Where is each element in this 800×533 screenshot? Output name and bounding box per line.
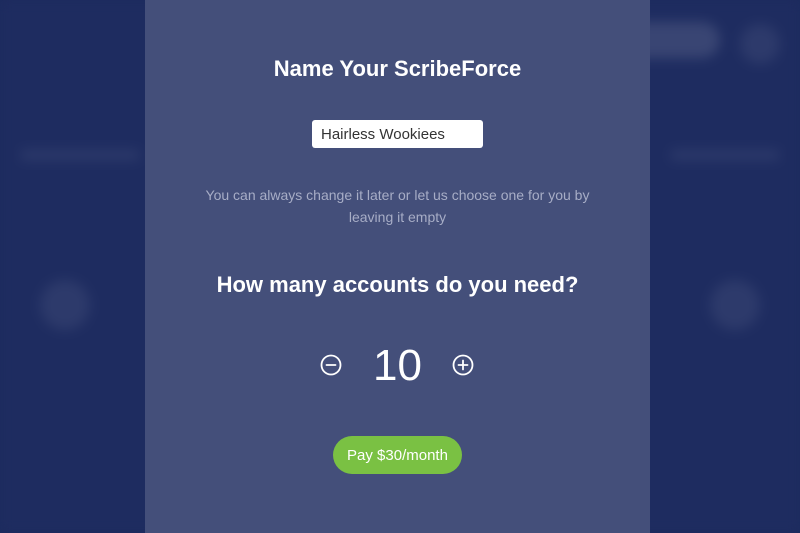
accounts-question: How many accounts do you need? <box>216 272 579 297</box>
bg-left-icon <box>40 280 90 330</box>
pay-button[interactable]: Pay $30/month <box>333 436 462 474</box>
accounts-stepper: 10 <box>145 336 650 396</box>
bg-left-text <box>20 150 140 160</box>
name-hint-text: You can always change it later or let us… <box>205 187 590 225</box>
plus-circle-icon <box>452 354 474 376</box>
increment-button[interactable] <box>452 354 474 376</box>
account-count: 10 <box>373 341 422 390</box>
decrement-button[interactable] <box>320 354 342 376</box>
bg-right-icon <box>710 280 760 330</box>
setup-dialog: Name Your ScribeForce You can always cha… <box>145 0 650 533</box>
bg-avatar <box>740 24 780 64</box>
team-name-input[interactable] <box>312 120 483 148</box>
dialog-title: Name Your ScribeForce <box>273 56 522 81</box>
bg-right-text <box>670 150 780 160</box>
minus-circle-icon <box>320 354 342 376</box>
